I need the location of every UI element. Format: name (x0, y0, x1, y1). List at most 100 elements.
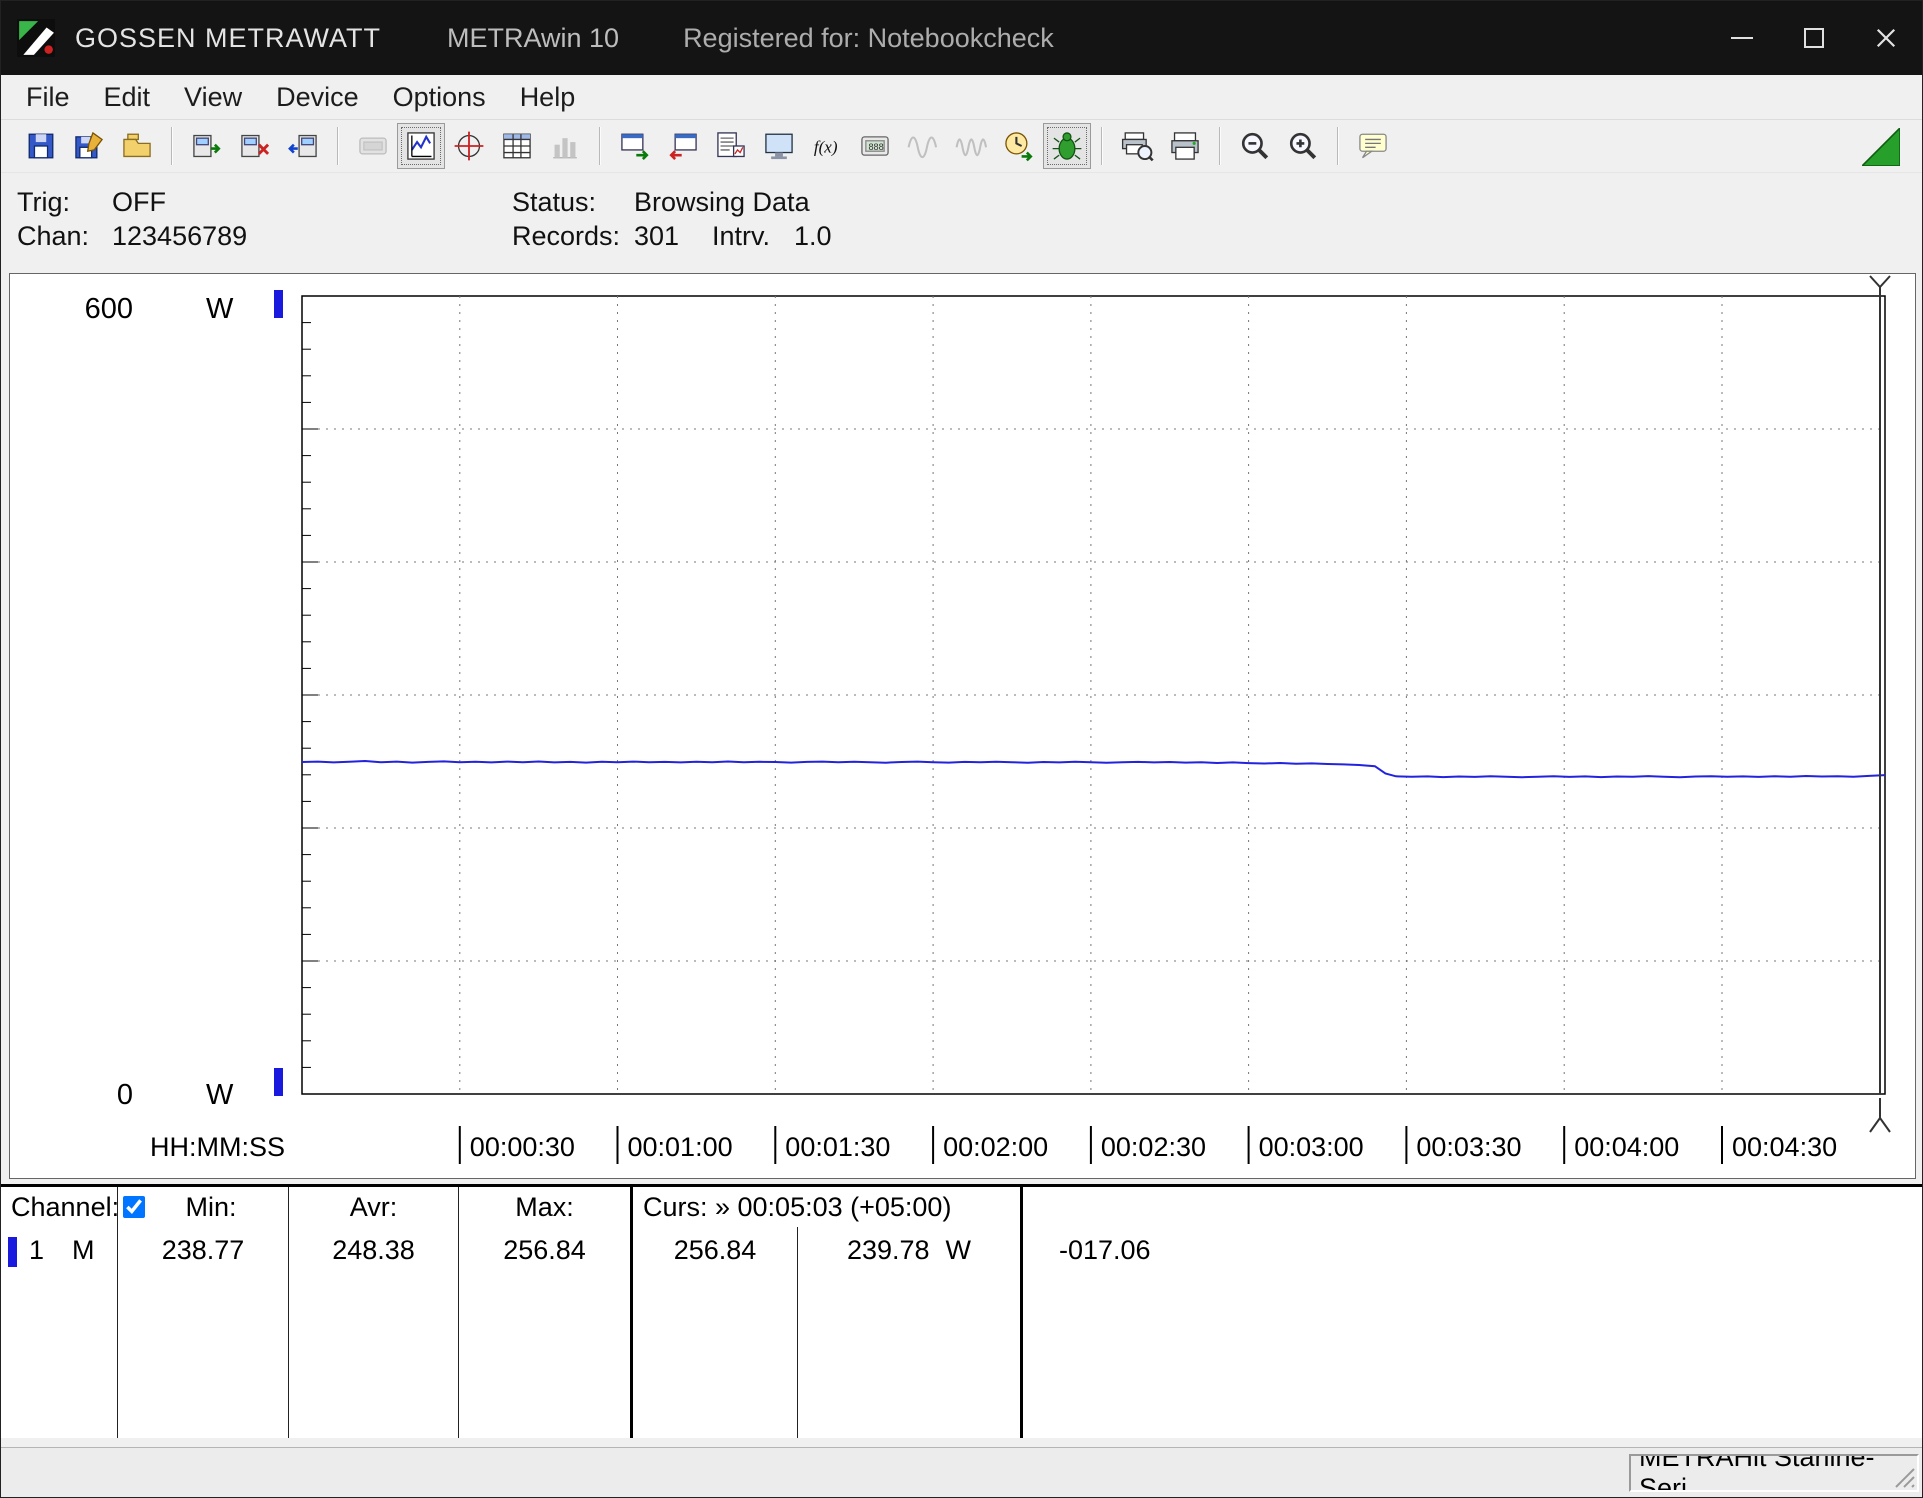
xy-chart-button[interactable] (445, 123, 493, 169)
read-memory-button[interactable] (279, 123, 327, 169)
toolbar-separator (1101, 127, 1103, 165)
clear-memory-button[interactable] (231, 123, 279, 169)
time-sync-button[interactable] (995, 123, 1043, 169)
row-cursor-b-unit: W (945, 1235, 972, 1265)
print-button[interactable] (1161, 123, 1209, 169)
chart-canvas[interactable]: 00:00:30 00:01:00 00:01:30 00:02:00 00:02:30… (10, 274, 1915, 1178)
save-button[interactable] (17, 123, 65, 169)
print-preview-button[interactable] (1113, 123, 1161, 169)
protocol-icon (714, 129, 748, 163)
svg-text:00:01:30: 00:01:30 (785, 1132, 890, 1162)
app-logo-icon (17, 19, 55, 57)
lcd-display-button[interactable] (349, 123, 397, 169)
svg-text:00:01:00: 00:01:00 (628, 1132, 733, 1162)
menu-device[interactable]: Device (259, 75, 376, 119)
xy-chart-icon (452, 129, 486, 163)
row-min-value: 238.77 (118, 1227, 289, 1438)
device-name-box: METRAHit Starline-Seri (1629, 1453, 1919, 1492)
status-label: Status: (512, 187, 597, 217)
interval-value: 1.0 (794, 221, 832, 251)
chan-label: Chan: (17, 221, 90, 251)
channel-visible-checkbox[interactable] (123, 1196, 145, 1218)
menu-bar: File Edit View Device Options Help (1, 75, 1922, 119)
svg-text:HH:MM:SS: HH:MM:SS (150, 1132, 285, 1162)
monitor-button[interactable] (755, 123, 803, 169)
clear-memory-icon (238, 129, 272, 163)
export-data-button[interactable] (183, 123, 231, 169)
status-records-block: Status: Browsing Data Records: 301 Intrv… (512, 185, 832, 273)
toolbar-separator (171, 127, 173, 165)
yt-chart-button[interactable] (397, 123, 445, 169)
menu-options[interactable]: Options (376, 75, 503, 119)
close-button[interactable] (1850, 1, 1922, 75)
device-name: METRAHit Starline-Seri (1639, 1453, 1875, 1492)
registered-text: Registered for: Notebookcheck (683, 22, 1054, 53)
chart-area[interactable]: 00:00:30 00:01:00 00:01:30 00:02:00 00:02:30… (9, 273, 1916, 1179)
formula-icon: f(x) (810, 129, 844, 163)
svg-text:00:03:30: 00:03:30 (1416, 1132, 1521, 1162)
app-window: GOSSEN METRAWATT METRAwin 10 Registered … (0, 0, 1923, 1498)
channel-index: 1 (29, 1235, 45, 1265)
menu-edit[interactable]: Edit (87, 75, 168, 119)
channel-row-cell[interactable]: 1 M (1, 1227, 118, 1438)
channel-color-marker (8, 1237, 17, 1267)
zoom-in-icon (1286, 129, 1320, 163)
live-mode-button[interactable] (1043, 123, 1091, 169)
time-sync-icon (1002, 129, 1036, 163)
save-icon (24, 129, 58, 163)
records-label: Records: (512, 221, 621, 251)
send-window-button[interactable] (611, 123, 659, 169)
channel-mode: M (72, 1235, 95, 1265)
receive-window-icon (666, 129, 700, 163)
brand-text: GOSSEN METRAWATT (75, 22, 381, 53)
dc-wave-button[interactable] (947, 123, 995, 169)
row-delta-value: -017.06 (1059, 1235, 1151, 1265)
toolbar-separator (599, 127, 601, 165)
send-window-icon (618, 129, 652, 163)
acquisition-status-panel: Trig: OFF Chan: 123456789 Status: Browsi… (1, 173, 1922, 273)
quick-help-button[interactable] (1349, 123, 1397, 169)
svg-text:00:04:30: 00:04:30 (1732, 1132, 1837, 1162)
svg-text:00:02:30: 00:02:30 (1101, 1132, 1206, 1162)
trig-label: Trig: (17, 187, 70, 217)
protocol-button[interactable] (707, 123, 755, 169)
row-cursor-b-cell: 239.78 W (798, 1227, 1023, 1438)
menu-file[interactable]: File (9, 75, 87, 119)
menu-view[interactable]: View (167, 75, 259, 119)
formula-button[interactable]: f(x) (803, 123, 851, 169)
menu-help[interactable]: Help (503, 75, 593, 119)
toolbar: f(x) 888 (1, 119, 1922, 173)
records-value: 301 (634, 221, 680, 251)
maximize-button[interactable] (1778, 1, 1850, 75)
header-delta (1023, 1187, 1922, 1227)
data-table-button[interactable] (493, 123, 541, 169)
toolbar-separator (337, 127, 339, 165)
bar-graph-button[interactable] (541, 123, 589, 169)
resize-grip-icon[interactable] (1892, 1465, 1916, 1489)
print-icon (1168, 129, 1202, 163)
app-title: METRAwin 10 (447, 22, 620, 53)
minimize-icon (1731, 37, 1753, 39)
dc-wave-icon (954, 129, 988, 163)
save-as-icon (72, 129, 106, 163)
svg-text:W: W (206, 293, 234, 325)
receive-window-button[interactable] (659, 123, 707, 169)
ac-wave-button[interactable] (899, 123, 947, 169)
print-preview-icon (1120, 129, 1154, 163)
read-memory-icon (286, 129, 320, 163)
zoom-out-button[interactable] (1231, 123, 1279, 169)
monitor-icon (762, 129, 796, 163)
svg-text:00:03:00: 00:03:00 (1259, 1132, 1364, 1162)
device-display-button[interactable]: 888 (851, 123, 899, 169)
svg-text:f(x): f(x) (814, 138, 838, 157)
maximize-icon (1804, 28, 1824, 48)
open-button[interactable] (113, 123, 161, 169)
zoom-in-button[interactable] (1279, 123, 1327, 169)
header-avr: Avr: (289, 1187, 459, 1227)
header-min-cell: Min: (118, 1187, 289, 1227)
svg-text:888: 888 (868, 142, 883, 152)
minimize-button[interactable] (1706, 1, 1778, 75)
save-as-button[interactable] (65, 123, 113, 169)
toolbar-separator (1219, 127, 1221, 165)
row-max-value: 256.84 (459, 1227, 633, 1438)
